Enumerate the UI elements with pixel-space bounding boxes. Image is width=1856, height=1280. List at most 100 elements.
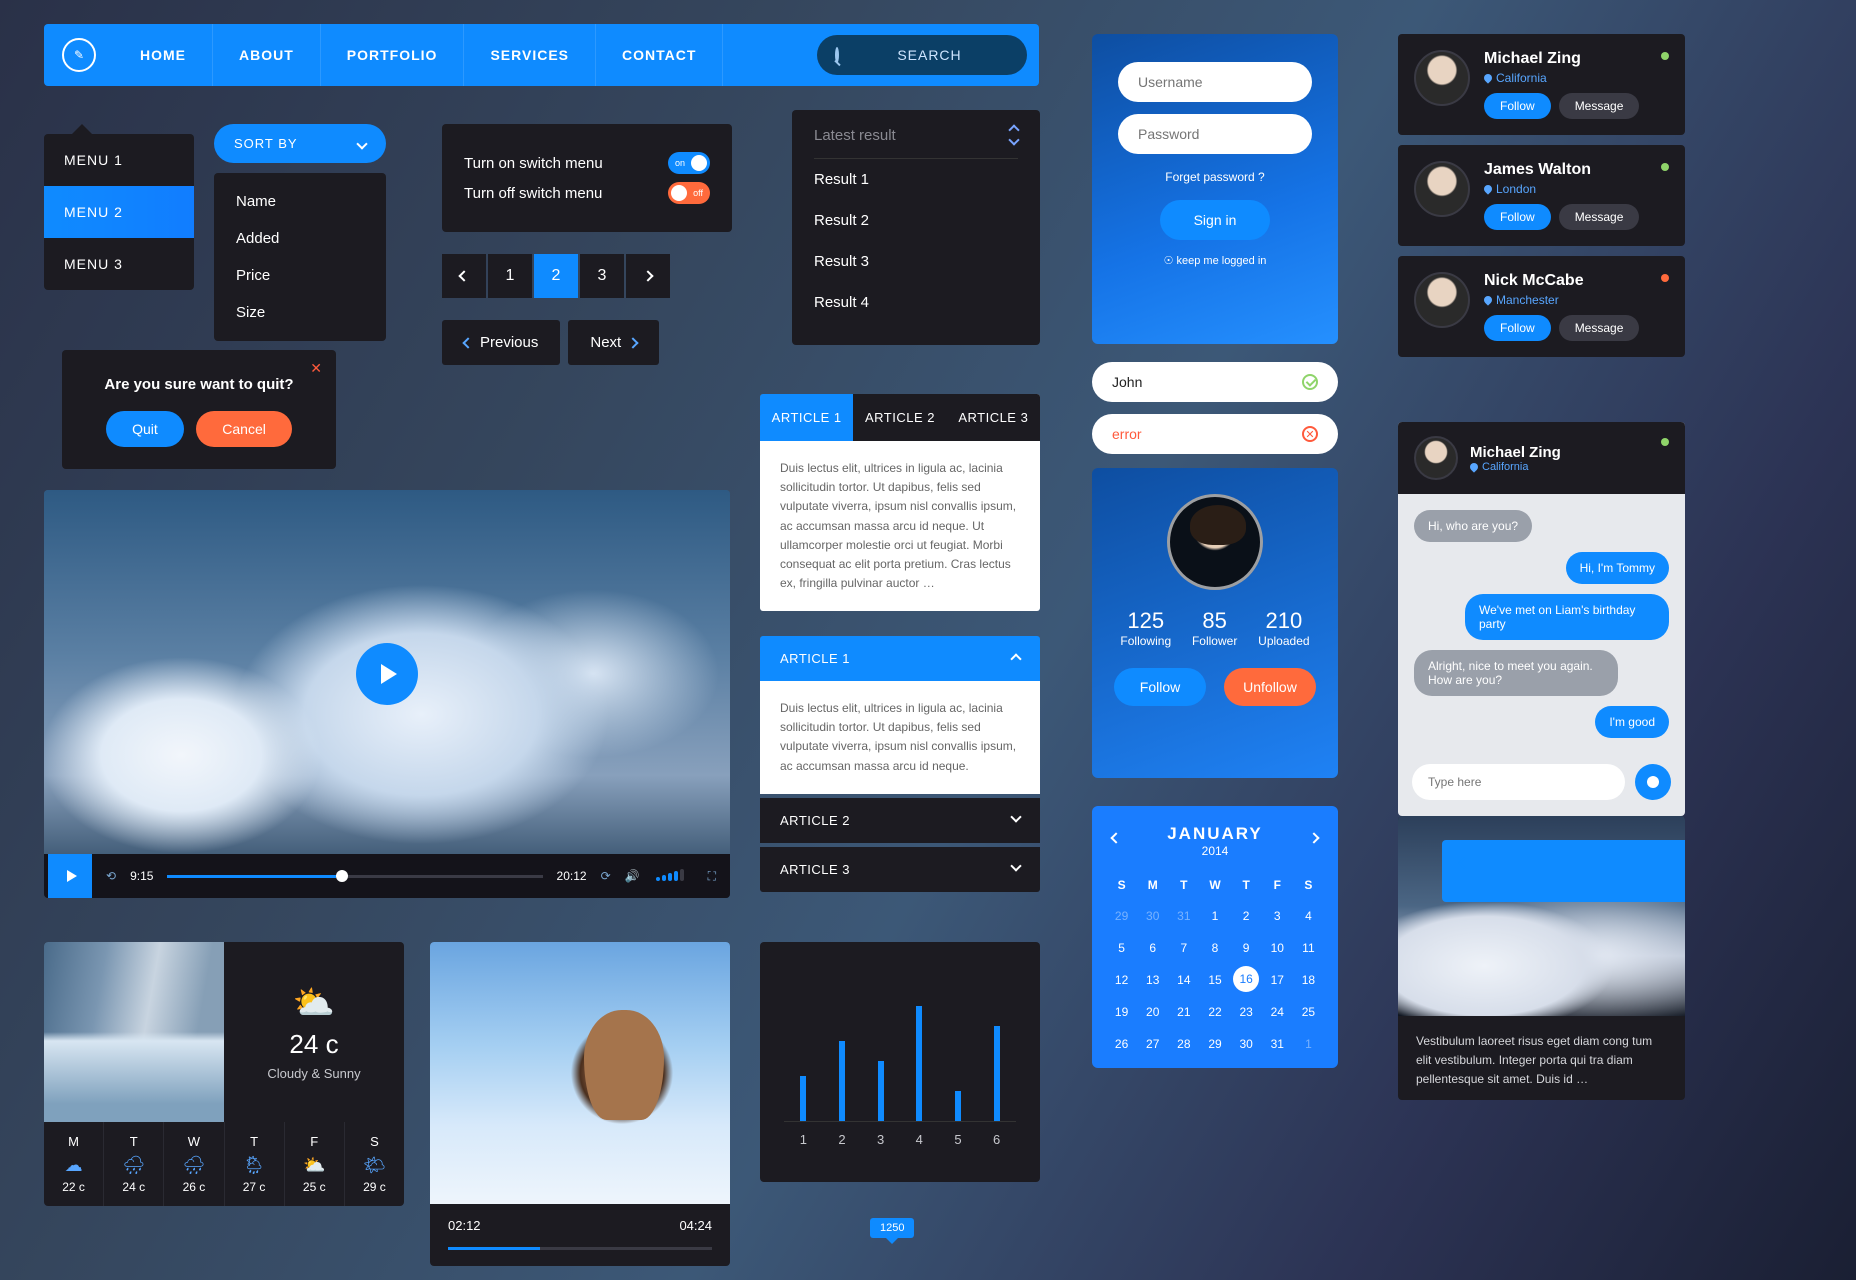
cal-day[interactable]: 26 bbox=[1108, 1030, 1135, 1058]
accordion-open-header[interactable]: ARTICLE 1 bbox=[760, 636, 1040, 681]
toggle-on[interactable]: on bbox=[668, 152, 710, 174]
result-4[interactable]: Result 4 bbox=[814, 282, 1018, 323]
cal-day[interactable]: 27 bbox=[1139, 1030, 1166, 1058]
keep-logged-in[interactable]: ☉ keep me logged in bbox=[1118, 254, 1312, 267]
cal-day[interactable]: 23 bbox=[1233, 998, 1260, 1026]
cal-day[interactable]: 31 bbox=[1264, 1030, 1291, 1058]
seek-bar[interactable] bbox=[167, 875, 542, 878]
cal-day[interactable]: 30 bbox=[1233, 1030, 1260, 1058]
cal-day[interactable]: 10 bbox=[1264, 934, 1291, 962]
search-box[interactable] bbox=[817, 35, 1027, 75]
sort-option-added[interactable]: Added bbox=[214, 220, 386, 257]
tab-article-1[interactable]: ARTICLE 1 bbox=[760, 394, 853, 441]
nav-services[interactable]: SERVICES bbox=[464, 24, 596, 86]
loop-icon[interactable]: ⟳ bbox=[601, 869, 611, 883]
cal-day[interactable]: 21 bbox=[1170, 998, 1197, 1026]
forecast-day[interactable]: T🌦27 c bbox=[225, 1122, 285, 1206]
cal-day[interactable]: 5 bbox=[1108, 934, 1135, 962]
page-3[interactable]: 3 bbox=[580, 254, 624, 298]
message-button[interactable]: Message bbox=[1559, 204, 1640, 230]
toggle-off[interactable]: off bbox=[668, 182, 710, 204]
follow-button[interactable]: Follow bbox=[1484, 204, 1551, 230]
logo[interactable]: ✎ bbox=[44, 38, 114, 72]
page-next[interactable] bbox=[626, 254, 670, 298]
play-small-button[interactable] bbox=[48, 854, 92, 898]
cal-day[interactable]: 24 bbox=[1264, 998, 1291, 1026]
result-1[interactable]: Result 1 bbox=[814, 159, 1018, 200]
nav-contact[interactable]: CONTACT bbox=[596, 24, 723, 86]
cal-day[interactable]: 16 bbox=[1233, 966, 1259, 992]
chart-bar[interactable] bbox=[916, 1006, 922, 1121]
slider-prev[interactable] bbox=[1458, 857, 1469, 868]
cal-day[interactable]: 28 bbox=[1170, 1030, 1197, 1058]
follow-button[interactable]: Follow bbox=[1484, 315, 1551, 341]
send-button[interactable] bbox=[1635, 764, 1671, 800]
forecast-day[interactable]: M☁22 c bbox=[44, 1122, 104, 1206]
accordion-item-3[interactable]: ARTICLE 3 bbox=[760, 847, 1040, 892]
tab-article-3[interactable]: ARTICLE 3 bbox=[947, 394, 1040, 441]
cal-day[interactable]: 22 bbox=[1201, 998, 1228, 1026]
forecast-day[interactable]: S🌤29 c bbox=[345, 1122, 404, 1206]
result-2[interactable]: Result 2 bbox=[814, 200, 1018, 241]
menu-item-1[interactable]: MENU 1 bbox=[44, 134, 194, 186]
cancel-button[interactable]: Cancel bbox=[196, 411, 292, 447]
tab-article-2[interactable]: ARTICLE 2 bbox=[853, 394, 946, 441]
unfollow-button[interactable]: Unfollow bbox=[1224, 668, 1316, 706]
chart-bar[interactable] bbox=[955, 1091, 961, 1121]
cal-day[interactable]: 2 bbox=[1233, 902, 1260, 930]
next-button[interactable]: Next bbox=[568, 320, 659, 365]
follow-button[interactable]: Follow bbox=[1114, 668, 1206, 706]
cal-day[interactable]: 17 bbox=[1264, 966, 1291, 994]
signin-button[interactable]: Sign in bbox=[1160, 200, 1271, 240]
cal-day[interactable]: 29 bbox=[1201, 1030, 1228, 1058]
chart-bar[interactable] bbox=[878, 1061, 884, 1121]
cal-day[interactable]: 14 bbox=[1170, 966, 1197, 994]
sort-arrows-icon[interactable] bbox=[1010, 126, 1018, 144]
search-input[interactable] bbox=[839, 47, 1020, 63]
result-3[interactable]: Result 3 bbox=[814, 241, 1018, 282]
forecast-day[interactable]: T🌧24 c bbox=[104, 1122, 164, 1206]
cal-day[interactable]: 6 bbox=[1139, 934, 1166, 962]
nav-about[interactable]: ABOUT bbox=[213, 24, 321, 86]
rewind-icon[interactable]: ⟲ bbox=[106, 869, 116, 883]
field-error[interactable]: error✕ bbox=[1092, 414, 1338, 454]
cal-day[interactable]: 15 bbox=[1201, 966, 1228, 994]
nav-portfolio[interactable]: PORTFOLIO bbox=[321, 24, 465, 86]
sort-option-price[interactable]: Price bbox=[214, 257, 386, 294]
forgot-password-link[interactable]: Forget password ? bbox=[1118, 170, 1312, 184]
sort-option-size[interactable]: Size bbox=[214, 294, 386, 331]
cal-day-muted[interactable]: 31 bbox=[1170, 902, 1197, 930]
password-field[interactable] bbox=[1118, 114, 1312, 154]
chart-bar[interactable] bbox=[839, 1041, 845, 1121]
accordion-item-2[interactable]: ARTICLE 2 bbox=[760, 798, 1040, 843]
username-field[interactable] bbox=[1118, 62, 1312, 102]
cal-day[interactable]: 8 bbox=[1201, 934, 1228, 962]
cal-day[interactable]: 4 bbox=[1295, 902, 1322, 930]
cal-day[interactable]: 1 bbox=[1201, 902, 1228, 930]
page-2[interactable]: 2 bbox=[534, 254, 578, 298]
menu-item-2[interactable]: MENU 2 bbox=[44, 186, 194, 238]
chat-input[interactable] bbox=[1412, 764, 1625, 800]
cal-day-muted[interactable]: 30 bbox=[1139, 902, 1166, 930]
volume-icon[interactable]: 🔊 bbox=[625, 869, 640, 883]
cal-day[interactable]: 18 bbox=[1295, 966, 1322, 994]
track-seek[interactable] bbox=[448, 1247, 712, 1250]
forecast-day[interactable]: F⛅25 c bbox=[285, 1122, 345, 1206]
quit-button[interactable]: Quit bbox=[106, 411, 184, 447]
previous-button[interactable]: Previous bbox=[442, 320, 560, 365]
cal-day[interactable]: 13 bbox=[1139, 966, 1166, 994]
menu-item-3[interactable]: MENU 3 bbox=[44, 238, 194, 290]
cal-day[interactable]: 11 bbox=[1295, 934, 1322, 962]
close-icon[interactable]: ✕ bbox=[310, 360, 322, 377]
volume-bars[interactable] bbox=[654, 869, 684, 884]
sort-toggle[interactable]: SORT BY bbox=[214, 124, 386, 163]
cal-day[interactable]: 3 bbox=[1264, 902, 1291, 930]
message-button[interactable]: Message bbox=[1559, 93, 1640, 119]
cal-day[interactable]: 9 bbox=[1233, 934, 1260, 962]
chart-bar[interactable] bbox=[994, 1026, 1000, 1121]
page-prev[interactable] bbox=[442, 254, 486, 298]
forecast-day[interactable]: W🌧26 c bbox=[164, 1122, 224, 1206]
cal-day[interactable]: 20 bbox=[1139, 998, 1166, 1026]
play-button[interactable] bbox=[356, 643, 418, 705]
cal-day-muted[interactable]: 29 bbox=[1108, 902, 1135, 930]
